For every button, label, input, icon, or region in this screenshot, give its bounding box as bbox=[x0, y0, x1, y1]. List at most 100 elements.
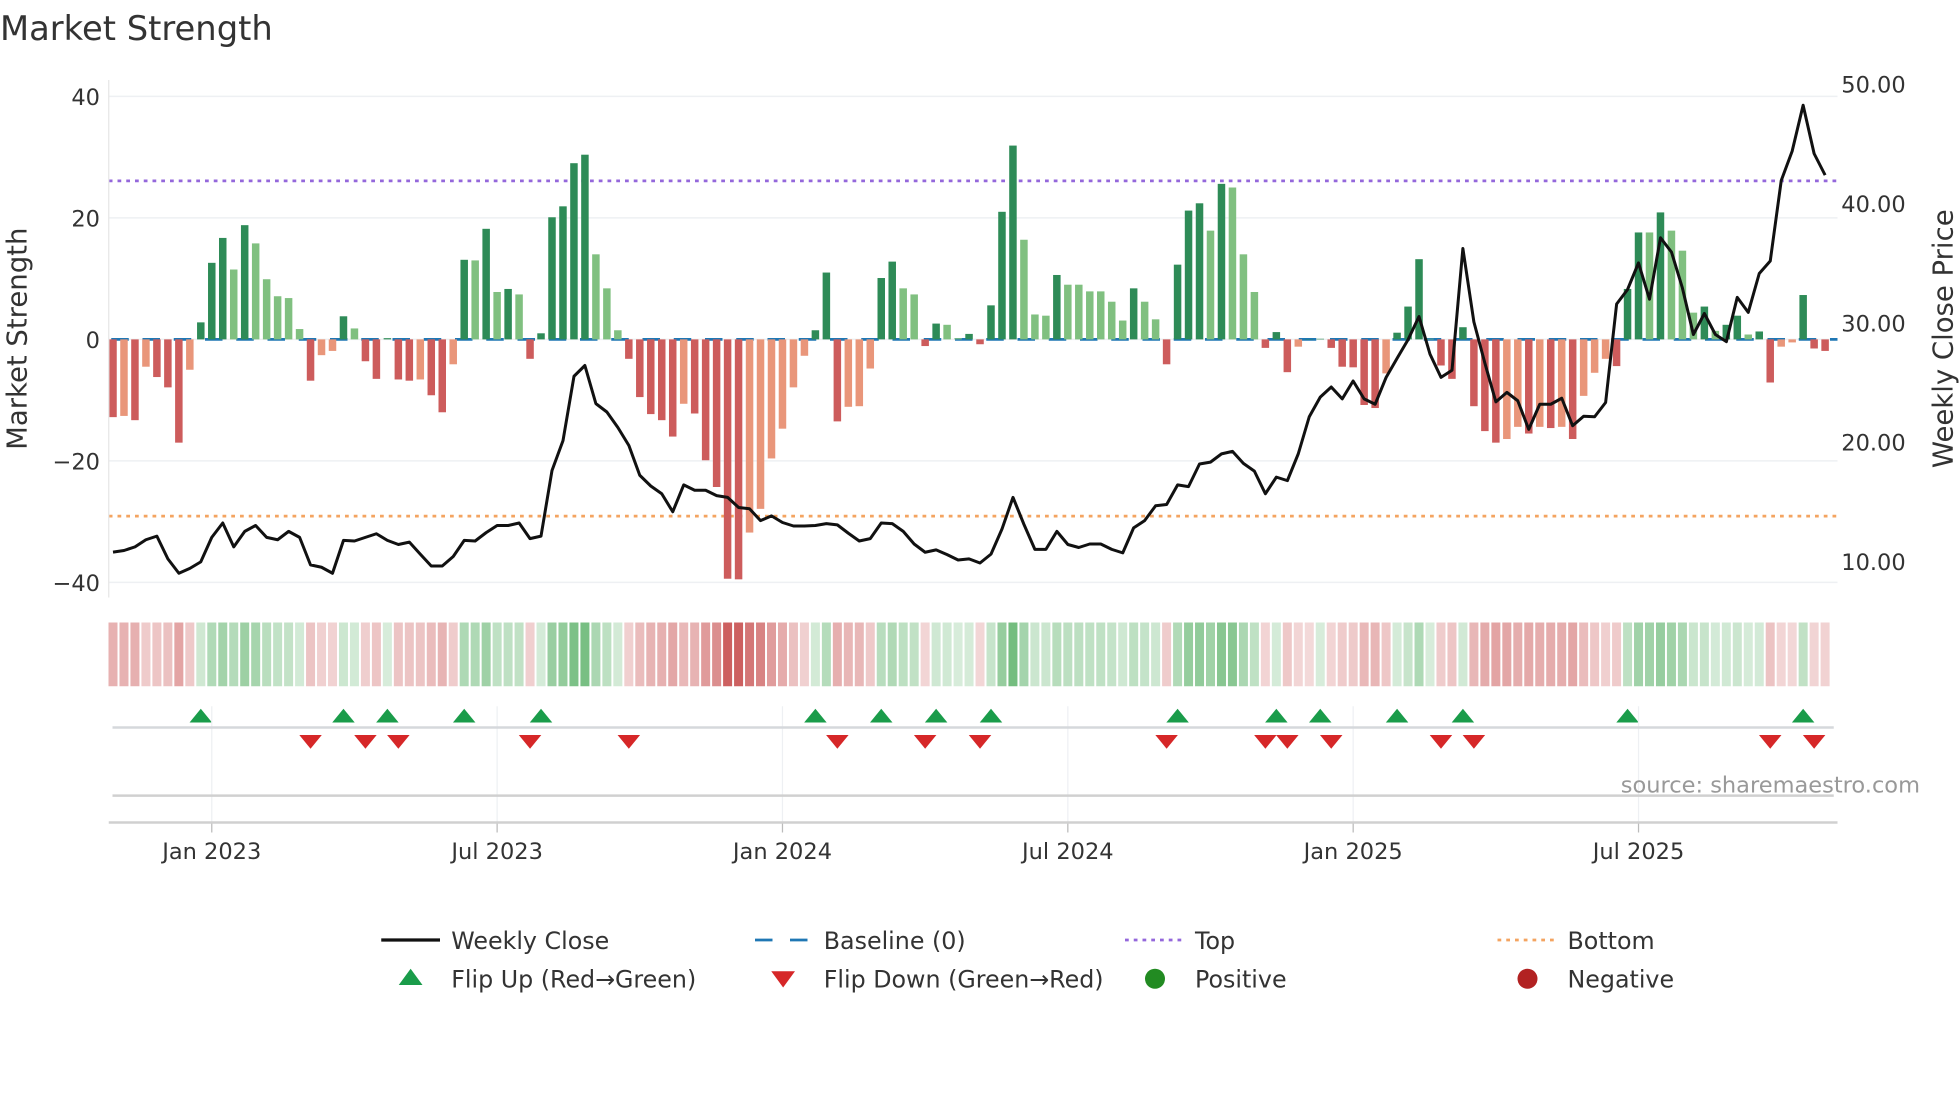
strip-cell bbox=[382, 622, 392, 687]
strength-bar bbox=[1601, 339, 1610, 359]
source-credit: source: sharemaestro.com bbox=[1621, 773, 1920, 799]
flip-down-marker bbox=[1802, 735, 1826, 749]
strength-bar bbox=[493, 291, 501, 340]
strip-cell bbox=[295, 622, 305, 687]
strip-cell bbox=[712, 622, 722, 687]
strip-cell bbox=[1425, 622, 1435, 687]
strip-cell bbox=[1677, 622, 1687, 687]
strip-cell bbox=[558, 622, 568, 687]
strength-bar bbox=[1338, 339, 1346, 367]
legend-label: Positive bbox=[1195, 966, 1287, 994]
strength-bar bbox=[1272, 332, 1281, 340]
strength-bar bbox=[1217, 183, 1226, 340]
triangle-up-icon bbox=[398, 968, 423, 985]
strength-bar bbox=[394, 339, 403, 380]
strip-cell bbox=[591, 622, 601, 687]
strip-cell bbox=[1798, 622, 1808, 687]
strip-cell bbox=[1162, 622, 1172, 687]
strip-cell bbox=[1359, 622, 1369, 687]
flip-up-marker bbox=[189, 708, 213, 723]
strip-cell bbox=[1173, 622, 1183, 687]
strip-cell bbox=[251, 622, 261, 687]
strength-bar bbox=[438, 339, 446, 413]
strength-bar bbox=[175, 339, 183, 443]
y2-tick-label: 40.00 bbox=[1841, 192, 1905, 218]
strength-bar bbox=[899, 288, 907, 340]
strength-bar bbox=[559, 206, 567, 340]
strength-bar bbox=[701, 339, 710, 461]
chart-title: Market Strength bbox=[0, 9, 273, 48]
strip-cell bbox=[338, 622, 348, 687]
strength-bar bbox=[690, 339, 699, 414]
strip-cell bbox=[1765, 622, 1775, 687]
strip-cell bbox=[931, 622, 941, 687]
strip-cell bbox=[1634, 622, 1644, 687]
strength-bar bbox=[1546, 339, 1555, 429]
strip-cell bbox=[1381, 622, 1391, 687]
strip-cell bbox=[679, 622, 689, 687]
strength-bar bbox=[636, 339, 644, 398]
strength-bar bbox=[1053, 274, 1061, 340]
strength-bar bbox=[1316, 338, 1324, 340]
legend-label: Bottom bbox=[1568, 927, 1655, 955]
strip-cell bbox=[1041, 622, 1051, 687]
strip-cell bbox=[371, 622, 381, 687]
strength-bar bbox=[965, 333, 973, 340]
strength-bar bbox=[548, 217, 556, 340]
strip-cell bbox=[1491, 622, 1501, 687]
strength-bar bbox=[658, 339, 666, 421]
strip-cell bbox=[1579, 622, 1589, 687]
strength-bar bbox=[767, 339, 776, 459]
strength-bar bbox=[1656, 212, 1665, 340]
legend-label: Flip Down (Green→Red) bbox=[824, 966, 1104, 994]
strength-bar bbox=[1579, 339, 1588, 396]
strength-bar bbox=[756, 339, 765, 509]
strip-cell bbox=[635, 622, 645, 687]
strength-bar bbox=[1557, 339, 1566, 427]
strip-cell bbox=[799, 622, 809, 687]
strength-bar bbox=[1327, 339, 1335, 348]
strip-cell bbox=[767, 622, 776, 687]
y-axis-label: Market Strength bbox=[1, 228, 33, 450]
strip-cell bbox=[141, 622, 151, 687]
strip-cell bbox=[503, 622, 513, 687]
strip-cell bbox=[1414, 622, 1424, 687]
flip-up-marker bbox=[1451, 708, 1475, 723]
y-tick-label: −20 bbox=[53, 450, 100, 476]
strength-bar bbox=[976, 339, 984, 345]
strip-cell bbox=[1513, 622, 1523, 687]
strength-bar bbox=[1634, 232, 1643, 340]
flip-down-marker bbox=[913, 735, 937, 749]
strip-cell bbox=[1216, 622, 1226, 687]
strength-bar bbox=[1766, 339, 1774, 383]
strip-cell bbox=[1743, 622, 1753, 687]
strip-cell bbox=[810, 622, 820, 687]
strip-cell bbox=[207, 622, 217, 687]
strip-cell bbox=[108, 622, 118, 687]
strip-cell bbox=[262, 622, 272, 687]
flip-up-marker bbox=[452, 708, 476, 723]
strength-bar bbox=[219, 237, 227, 340]
strip-cell bbox=[953, 622, 963, 687]
x-tick-label: Jan 2023 bbox=[160, 839, 261, 865]
strength-bar bbox=[504, 288, 512, 340]
strength-bar bbox=[1228, 187, 1237, 340]
strip-cell bbox=[1206, 622, 1215, 687]
x-tick-label: Jan 2024 bbox=[731, 839, 832, 865]
strength-bar bbox=[614, 330, 622, 340]
strength-bar bbox=[1140, 301, 1149, 340]
strip-cell bbox=[547, 622, 557, 687]
strip-cell bbox=[854, 622, 864, 687]
strip-cell bbox=[1436, 622, 1446, 687]
strip-cell bbox=[196, 622, 206, 687]
strip-cell bbox=[821, 622, 831, 687]
flip-up-marker bbox=[1265, 708, 1288, 723]
strip-cell bbox=[580, 622, 590, 687]
strength-bar bbox=[372, 339, 381, 379]
strength-bar bbox=[1349, 339, 1357, 368]
strength-bar bbox=[427, 339, 436, 396]
strip-cell bbox=[1732, 622, 1742, 687]
strength-bar bbox=[131, 339, 139, 421]
strength-bar bbox=[1042, 315, 1050, 340]
strength-bar bbox=[515, 294, 523, 340]
